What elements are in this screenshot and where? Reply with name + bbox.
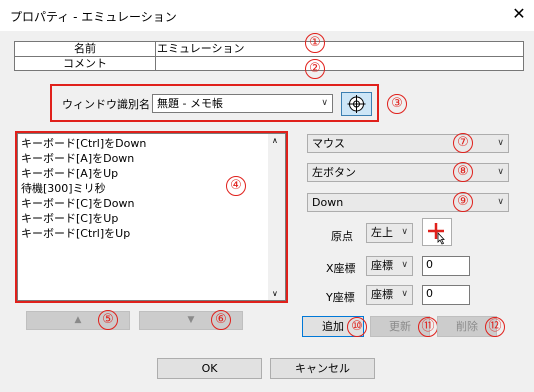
marker-3: ③ (387, 94, 407, 114)
list-item[interactable]: キーボード[C]をDown (21, 196, 134, 211)
y-input[interactable]: 0 (422, 285, 470, 305)
chevron-down-icon: ∨ (497, 197, 504, 207)
name-field[interactable]: エミュレーション (157, 42, 523, 56)
y-mode-value: 座標 (371, 288, 393, 301)
list-item[interactable]: キーボード[C]をUp (21, 211, 118, 226)
chevron-down-icon: ∨ (497, 167, 504, 177)
marker-11: ⑪ (418, 317, 438, 337)
button-value: 左ボタン (312, 166, 356, 179)
action-combo[interactable]: Down ∨ (307, 193, 509, 212)
x-input[interactable]: 0 (422, 256, 470, 276)
list-item[interactable]: 待機[300]ミリ秒 (21, 181, 106, 196)
marker-1: ① (305, 33, 325, 53)
comment-field[interactable] (157, 57, 523, 71)
device-value: マウス (312, 137, 345, 150)
name-row: 名前 エミュレーション (15, 42, 523, 57)
chevron-down-icon: ∨ (401, 260, 408, 270)
close-button[interactable]: ✕ (508, 3, 530, 25)
origin-value: 左上 (371, 226, 393, 239)
action-value: Down (312, 196, 344, 209)
scroll-up-icon[interactable]: ∧ (272, 136, 278, 145)
x-label: X座標 (326, 262, 356, 275)
list-item[interactable]: キーボード[A]をUp (21, 166, 118, 181)
y-mode-combo[interactable]: 座標 ∨ (366, 285, 413, 305)
marker-6: ⑥ (211, 310, 231, 330)
marker-9: ⑨ (453, 192, 473, 212)
list-item[interactable]: キーボード[Ctrl]をUp (21, 226, 130, 241)
origin-picker-button[interactable] (422, 218, 452, 246)
device-combo[interactable]: マウス ∨ (307, 134, 509, 153)
marker-5: ⑤ (98, 310, 118, 330)
y-label: Y座標 (326, 291, 355, 304)
marker-10: ⑩ (347, 317, 367, 337)
chevron-down-icon: ∨ (321, 98, 328, 108)
origin-combo[interactable]: 左上 ∨ (366, 223, 413, 243)
property-table: 名前 エミュレーション コメント (14, 41, 524, 71)
marker-7: ⑦ (453, 133, 473, 153)
list-scrollbar[interactable]: ∧ ∨ (268, 134, 285, 300)
marker-4: ④ (226, 176, 246, 196)
comment-row: コメント (15, 57, 523, 71)
ok-button[interactable]: OK (157, 358, 262, 379)
chevron-down-icon: ∨ (497, 138, 504, 148)
marker-12: ⑫ (485, 317, 505, 337)
window-id-value: 無題 - メモ帳 (157, 97, 223, 110)
origin-label: 原点 (331, 230, 353, 243)
x-mode-value: 座標 (371, 259, 393, 272)
window-id-combo[interactable]: 無題 - メモ帳 ∨ (152, 94, 333, 113)
x-mode-combo[interactable]: 座標 ∨ (366, 256, 413, 276)
scroll-down-icon[interactable]: ∨ (272, 289, 278, 298)
chevron-down-icon: ∨ (401, 227, 408, 237)
window-picker-button[interactable] (341, 92, 372, 116)
close-icon: ✕ (512, 4, 526, 23)
window-id-label: ウィンドウ識別名 (62, 98, 150, 111)
marker-8: ⑧ (453, 162, 473, 182)
action-list[interactable]: キーボード[Ctrl]をDown キーボード[A]をDown キーボード[A]を… (17, 133, 286, 301)
list-item[interactable]: キーボード[A]をDown (21, 151, 134, 166)
list-item[interactable]: キーボード[Ctrl]をDown (21, 136, 146, 151)
crosshair-target-icon (347, 95, 366, 113)
add-label: 追加 (322, 320, 344, 333)
button-combo[interactable]: 左ボタン ∨ (307, 163, 509, 182)
chevron-down-icon: ∨ (401, 289, 408, 299)
marker-2: ② (305, 59, 325, 79)
comment-label: コメント (15, 57, 156, 71)
name-label: 名前 (15, 42, 156, 56)
cancel-button[interactable]: キャンセル (270, 358, 375, 379)
window-title: プロパティ - エミュレーション (10, 10, 177, 24)
red-crosshair-icon (428, 223, 445, 245)
